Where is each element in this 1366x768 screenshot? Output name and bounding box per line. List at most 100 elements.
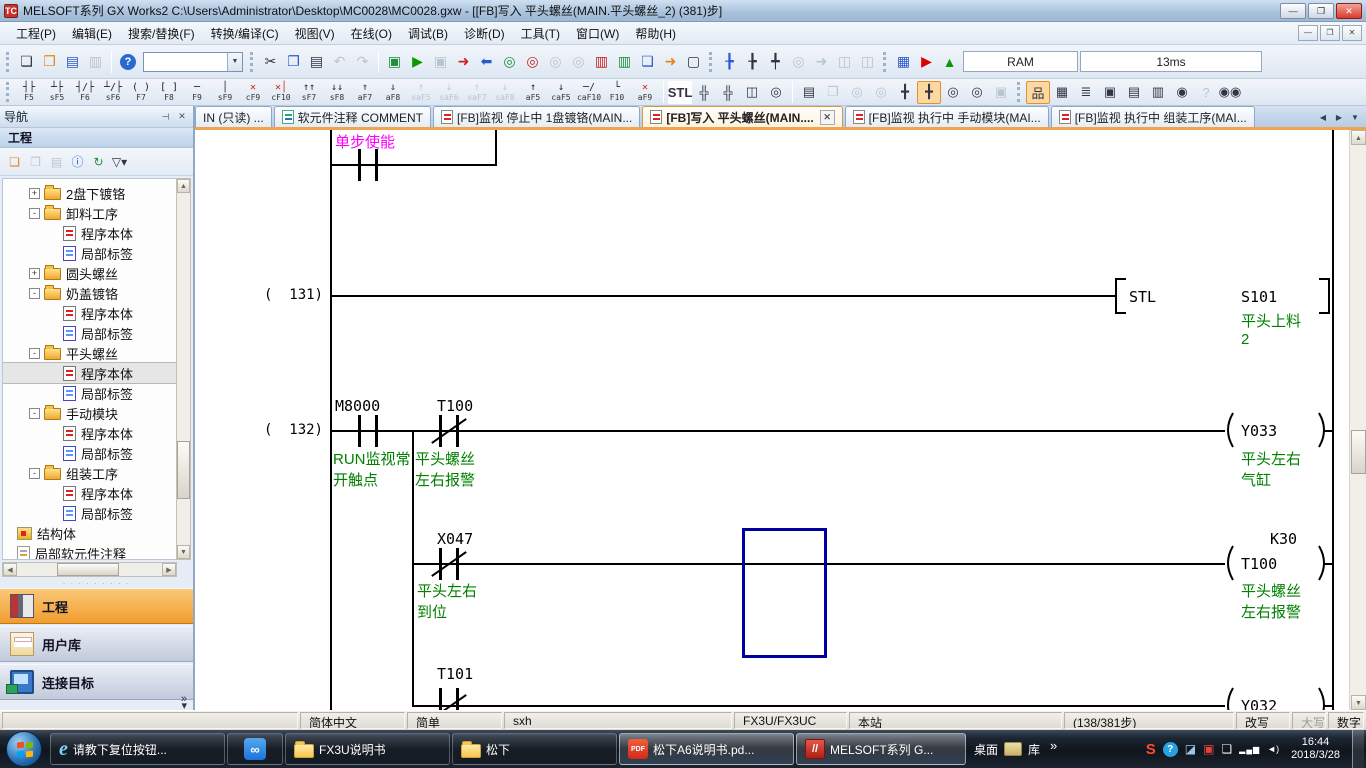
tree-expander-icon[interactable]: +: [29, 188, 40, 199]
ladder-editor[interactable]: 单步使能 ( 131) STL S101 平头上料 2 ( 132) M8000…: [195, 130, 1366, 710]
docking-window-button[interactable]: ▦: [1050, 81, 1074, 104]
instruction-STL[interactable]: STL: [1129, 288, 1156, 306]
taskbar-item-folder-fx3u[interactable]: FX3U说明书: [285, 733, 450, 765]
restore-button[interactable]: ❐: [1308, 3, 1334, 19]
ladder-view-button[interactable]: ╋: [917, 81, 941, 104]
ladder-view-button[interactable]: ◎: [869, 81, 893, 104]
project-toolbar-button[interactable]: ↻: [88, 151, 109, 172]
toolbar-grip[interactable]: [709, 52, 714, 72]
toolbar-edit-button[interactable]: ▤: [305, 50, 328, 73]
scrollbar-thumb[interactable]: [57, 563, 119, 576]
ladder-symbol-button[interactable]: ↓↓sF8: [323, 80, 351, 105]
menu-item[interactable]: 工具(T): [513, 22, 568, 45]
ladder-symbol-button[interactable]: ↓saF6: [435, 80, 463, 105]
ladder-view-button[interactable]: ◎: [941, 81, 965, 104]
start-button[interactable]: [6, 731, 42, 767]
taskbar-overflow-chevron-icon[interactable]: »: [1050, 738, 1057, 753]
mdi-close-button[interactable]: ✕: [1342, 25, 1362, 41]
ladder-view-button[interactable]: ╋: [893, 81, 917, 104]
toolbar-online-button[interactable]: ➜: [659, 50, 682, 73]
tree-item[interactable]: 程序本体: [3, 483, 176, 503]
menu-item[interactable]: 帮助(H): [627, 22, 684, 45]
toolbar-online-button[interactable]: ⬅: [475, 50, 498, 73]
tab-fb-monitor-3[interactable]: [FB]监视 执行中 组装工序(MAI...: [1051, 106, 1255, 127]
ladder-symbol-button[interactable]: ↓caF5: [547, 80, 575, 105]
project-toolbar-button[interactable]: ❏: [4, 151, 25, 172]
ladder-view-button[interactable]: ◎: [965, 81, 989, 104]
tree-item[interactable]: 结构体: [3, 523, 176, 543]
tray-icon[interactable]: S: [1146, 741, 1156, 758]
tree-expander-icon[interactable]: +: [29, 268, 40, 279]
scroll-right-icon[interactable]: ▶: [162, 563, 176, 576]
nav-view-user-library-button[interactable]: 用户库: [0, 626, 193, 662]
ladder-symbol-button[interactable]: ─/caF10: [575, 80, 603, 105]
tree-item[interactable]: + 2盘下镀铬: [3, 183, 176, 203]
ladder-view-button[interactable]: ▣: [989, 81, 1013, 104]
minimize-button[interactable]: —: [1280, 3, 1306, 19]
taskbar-clock[interactable]: 16:44 2018/3/28: [1291, 736, 1340, 762]
ladder-symbol-button[interactable]: ✕cF9: [239, 80, 267, 105]
ladder-symbol-button[interactable]: ↑↑sF7: [295, 80, 323, 105]
taskbar-item-folder-panasonic[interactable]: 松下: [452, 733, 617, 765]
tree-item[interactable]: 局部标签: [3, 503, 176, 523]
tree-item[interactable]: 局部标签: [3, 383, 176, 403]
pin-icon[interactable]: ⊤: [158, 110, 172, 124]
taskbar-item-melsoft[interactable]: // MELSOFT系列 G...: [796, 733, 966, 765]
docking-window-button[interactable]: ◉◉: [1218, 81, 1242, 104]
ladder-view-button[interactable]: ◎: [845, 81, 869, 104]
ladder-symbol-button[interactable]: ✕│cF10: [267, 80, 295, 105]
ladder-symbol-button[interactable]: ┤├F5: [15, 80, 43, 105]
tree-expander-icon[interactable]: -: [29, 468, 40, 479]
tab-list-menu-icon[interactable]: ▼: [1348, 110, 1362, 124]
toolbar-ladder-button[interactable]: ╊: [718, 50, 741, 73]
docking-window-button[interactable]: ≣: [1074, 81, 1098, 104]
toolbar-online-button[interactable]: ◎: [521, 50, 544, 73]
edit-cursor[interactable]: [742, 528, 827, 658]
ladder-symbol-button[interactable]: ( )F7: [127, 80, 155, 105]
ladder-symbol-button[interactable]: ─F9: [183, 80, 211, 105]
desktop-toolbar-label[interactable]: 桌面: [974, 741, 998, 758]
ladder-symbol-button[interactable]: [ ]F8: [155, 80, 183, 105]
toolbar-file-button[interactable]: ▥: [84, 50, 107, 73]
project-toolbar-button[interactable]: ❐: [25, 151, 46, 172]
tab-fb-monitor-2[interactable]: [FB]监视 执行中 手动模块(MAI...: [845, 106, 1049, 127]
tab-device-comment[interactable]: 软元件注释 COMMENT: [274, 106, 431, 127]
tree-item[interactable]: + 圆头螺丝: [3, 263, 176, 283]
menu-item[interactable]: 视图(V): [287, 22, 343, 45]
library-label[interactable]: 库: [1028, 741, 1040, 758]
contact-X047-nc[interactable]: [439, 548, 459, 580]
close-button[interactable]: ✕: [1336, 3, 1362, 19]
toolbar-edit-button[interactable]: ↷: [351, 50, 374, 73]
ladder-symbol-button[interactable]: │sF9: [211, 80, 239, 105]
docking-window-button[interactable]: ▤: [1122, 81, 1146, 104]
mdi-minimize-button[interactable]: —: [1298, 25, 1318, 41]
contact-T101-nc[interactable]: [439, 688, 459, 710]
toolbar-monitor-button[interactable]: ▶: [915, 50, 938, 73]
tab-fb-monitor-1[interactable]: [FB]监视 停止中 1盘镀铬(MAIN...: [433, 106, 640, 127]
ladder-symbol-button[interactable]: ⇓saF8: [491, 80, 519, 105]
menu-item[interactable]: 编辑(E): [64, 22, 120, 45]
scroll-left-icon[interactable]: ◀: [3, 563, 17, 576]
scroll-down-icon[interactable]: ▼: [177, 545, 190, 559]
combobox-dropdown-arrow[interactable]: ▼: [227, 53, 242, 71]
tree-item[interactable]: - 卸料工序: [3, 203, 176, 223]
toolbar-online-button[interactable]: ◎: [567, 50, 590, 73]
toolbar-online-button[interactable]: ▥: [613, 50, 636, 73]
toolbar-online-button[interactable]: ❏: [636, 50, 659, 73]
tab-fb-write-active[interactable]: [FB]写入 平头螺丝(MAIN....✕: [642, 106, 842, 127]
library-icon[interactable]: [1004, 742, 1022, 756]
menu-item[interactable]: 转换/编译(C): [203, 22, 287, 45]
toolbar-grip[interactable]: [250, 52, 255, 72]
show-desktop-button[interactable]: [1352, 730, 1364, 768]
docking-window-button[interactable]: ▥: [1146, 81, 1170, 104]
toolbar-ladder-button[interactable]: ╊: [741, 50, 764, 73]
toolbar-online-button[interactable]: ▥: [590, 50, 613, 73]
tray-icon[interactable]: ◪: [1185, 742, 1196, 756]
menu-item[interactable]: 诊断(D): [456, 22, 513, 45]
toolbar-ladder-button[interactable]: ◫: [856, 50, 879, 73]
toolbar-online-button[interactable]: ▣: [383, 50, 406, 73]
tree-item[interactable]: 局部标签: [3, 243, 176, 263]
taskbar-item-pdf[interactable]: PDF 松下A6说明书.pd...: [619, 733, 794, 765]
tree-item[interactable]: - 手动模块: [3, 403, 176, 423]
toolbar-grip[interactable]: [6, 82, 11, 102]
